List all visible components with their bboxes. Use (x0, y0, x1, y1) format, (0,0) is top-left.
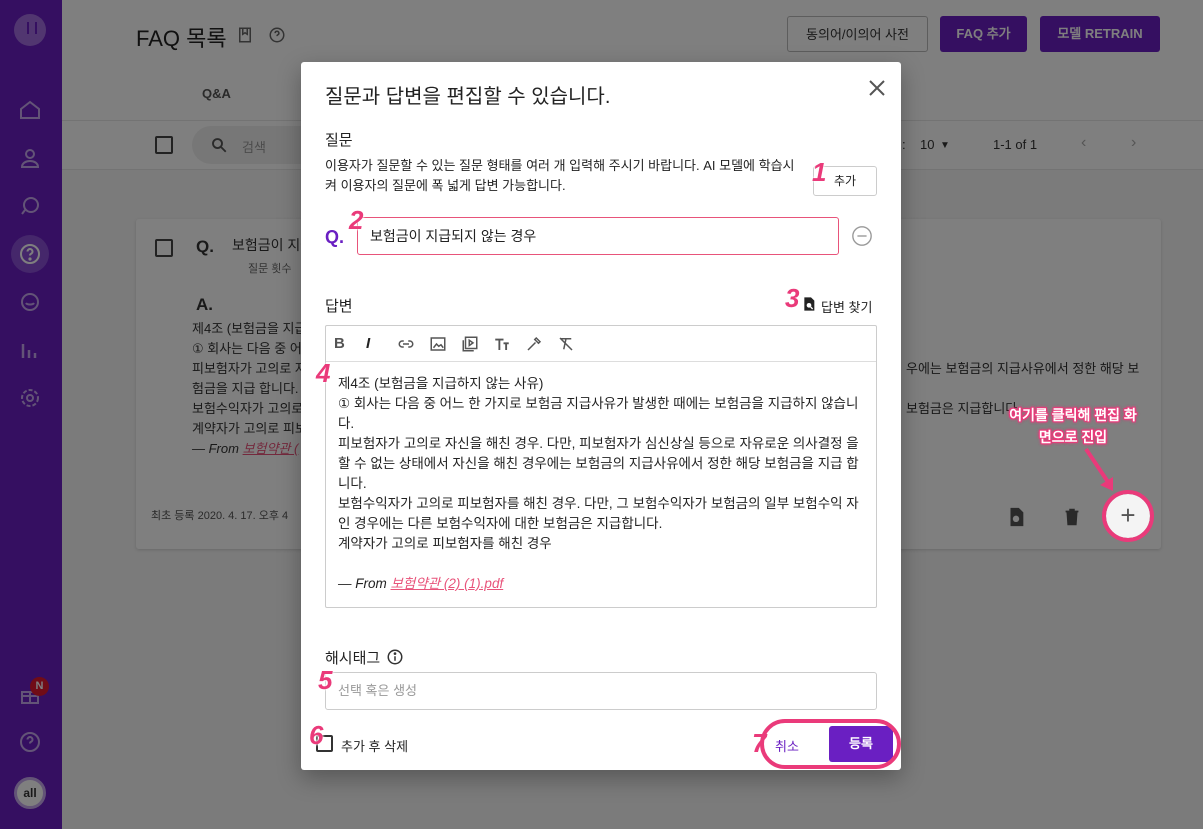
color-picker-icon[interactable] (525, 335, 543, 353)
source-file-link[interactable]: 보험약관 (2) (1).pdf (391, 576, 504, 591)
text-size-icon[interactable] (493, 335, 511, 353)
link-icon[interactable] (397, 335, 415, 353)
remove-question-icon[interactable] (851, 225, 873, 247)
answer-line: 피보험자가 고의로 자신을 해친 경우. 다만, 피보험자가 심신상실 등으로 … (338, 436, 859, 491)
answer-line: ① 회사는 다음 중 어느 한 가지로 보험금 지급사유가 발생한 때에는 보험… (338, 396, 859, 431)
clear-format-icon[interactable] (557, 335, 575, 353)
delete-after-add-label: 추가 후 삭제 (341, 739, 409, 754)
dialog-title: 질문과 답변을 편집할 수 있습니다. (325, 86, 611, 108)
annotation-number: 2 (349, 205, 364, 235)
answer-line: 계약자가 고의로 피보험자를 해친 경우 (338, 536, 552, 551)
annotation-callout: 여기를 클릭해 편집 화면으로 진입 (1009, 407, 1137, 445)
annotation-ring-actions (760, 719, 901, 769)
answer-line: 제4조 (보험금을 지급하지 않는 사유) (338, 376, 544, 391)
close-icon[interactable] (865, 76, 889, 100)
annotation-number: 5 (318, 665, 333, 695)
from-prefix: — From (338, 576, 391, 591)
hashtag-input[interactable]: 선택 혹은 생성 (325, 672, 877, 710)
answer-line: 보험수익자가 고의로 피보험자를 해친 경우. 다만, 그 보험수익자가 보험금… (338, 496, 859, 531)
info-icon[interactable] (386, 648, 404, 666)
italic-icon[interactable]: I (366, 335, 384, 353)
annotation-number: 4 (316, 358, 331, 388)
question-description: 이용자가 질문할 수 있는 질문 형태를 여러 개 입력해 주시기 바랍니다. … (325, 158, 795, 193)
annotation-number: 1 (812, 157, 827, 187)
find-answer-icon (804, 297, 815, 311)
edit-faq-dialog: 질문과 답변을 편집할 수 있습니다. 질문 이용자가 질문할 수 있는 질문 … (301, 62, 901, 770)
image-icon[interactable] (429, 335, 447, 353)
annotation-number: 6 (309, 720, 324, 750)
find-answer-label: 답변 찾기 (821, 300, 873, 315)
editor-content[interactable]: 제4조 (보험금을 지급하지 않는 사유) ① 회사는 다음 중 어느 한 가지… (338, 374, 868, 594)
video-icon[interactable] (461, 335, 479, 353)
editor-toolbar: B I (326, 326, 876, 362)
annotation-arrow-icon (1084, 447, 1113, 491)
annotation-number: 3 (785, 283, 800, 313)
bold-icon[interactable]: B (334, 335, 352, 353)
annotation-ring-plus (1102, 490, 1154, 542)
question-input[interactable]: 보험금이 지급되지 않는 경우 (357, 217, 839, 255)
answer-editor[interactable]: B I 제4조 (보험금을 지급하지 않는 사유) ① 회사는 다음 중 어느 … (325, 325, 877, 608)
answer-label: 답변 (325, 298, 353, 315)
question-q-letter: Q. (325, 227, 345, 247)
question-label: 질문 (325, 132, 353, 149)
hashtag-label: 해시태그 (325, 650, 381, 667)
